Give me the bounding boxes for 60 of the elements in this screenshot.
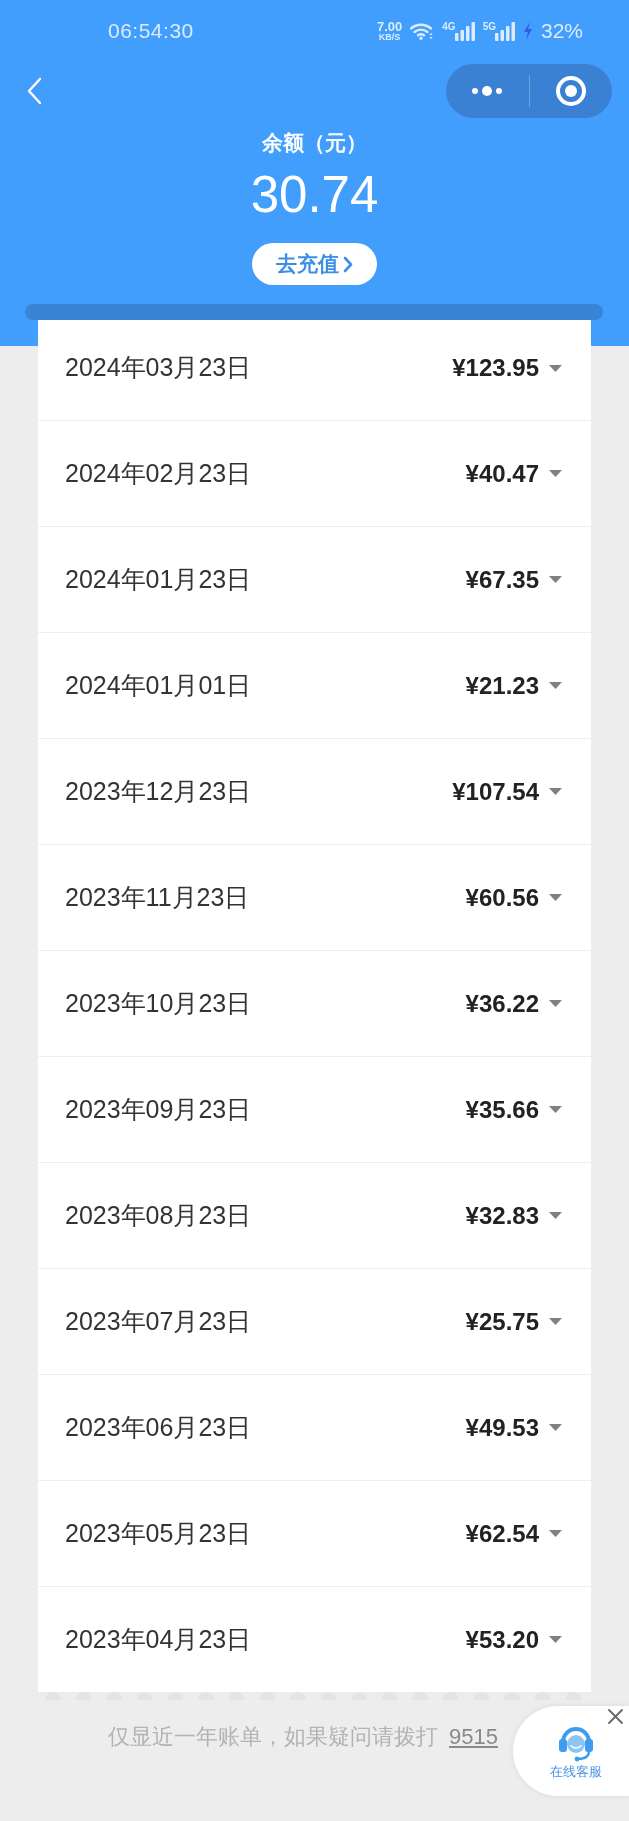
bill-date: 2024年03月23日 — [65, 352, 252, 384]
caret-down-icon[interactable] — [549, 1424, 562, 1431]
customer-service-bubble[interactable]: 在线客服 — [513, 1706, 629, 1796]
signal-type-label: 5G — [482, 21, 496, 32]
bill-date: 2023年10月23日 — [65, 987, 252, 1019]
caret-down-icon[interactable] — [549, 470, 562, 477]
bill-date: 2023年09月23日 — [65, 1093, 252, 1125]
bill-amount: ¥62.54 — [465, 1518, 539, 1549]
target-icon[interactable] — [554, 75, 587, 107]
bill-amount: ¥49.53 — [465, 1412, 539, 1443]
balance-amount: 30.74 — [250, 165, 379, 225]
caret-down-icon[interactable] — [549, 1212, 562, 1219]
recharge-button[interactable]: 去充值 — [252, 243, 377, 285]
battery-percentage: 32% — [540, 18, 583, 45]
bill-amount: ¥60.56 — [465, 882, 539, 913]
signal-bars-icon — [454, 21, 475, 41]
phone-link[interactable]: 9515 — [449, 1719, 498, 1753]
bill-date: 2023年04月23日 — [65, 1623, 252, 1655]
bill-date: 2024年01月23日 — [65, 563, 252, 595]
chevron-right-icon — [343, 255, 353, 273]
bill-amount: ¥40.47 — [465, 458, 539, 489]
caret-down-icon[interactable] — [549, 1000, 562, 1007]
caret-down-icon[interactable] — [549, 1530, 562, 1537]
signal-type-label: 4G — [442, 21, 456, 32]
balance-label: 余额（元） — [262, 130, 367, 156]
caret-down-icon[interactable] — [549, 1106, 562, 1113]
network-speed-unit: KB/S — [378, 33, 401, 42]
back-icon[interactable] — [26, 77, 42, 105]
bill-date: 2023年06月23日 — [65, 1411, 252, 1443]
caret-down-icon[interactable] — [549, 576, 562, 583]
caret-down-icon[interactable] — [549, 682, 562, 689]
bill-amount: ¥35.66 — [465, 1094, 539, 1125]
bill-date: 2023年12月23日 — [65, 775, 252, 807]
footer-note: 仅显近一年账单，如果疑问请拨打 — [108, 1722, 438, 1751]
bill-amount: ¥25.75 — [465, 1306, 539, 1337]
bill-date: 2024年02月23日 — [65, 457, 252, 489]
caret-down-icon[interactable] — [549, 364, 562, 372]
bill-date: 2023年11月23日 — [65, 881, 250, 913]
bill-amount: ¥32.83 — [465, 1200, 539, 1231]
wifi-icon — [410, 22, 435, 40]
caret-down-icon[interactable] — [549, 788, 562, 795]
caret-down-icon[interactable] — [549, 1318, 562, 1325]
close-icon[interactable] — [608, 1709, 623, 1724]
signal-bars-icon — [494, 21, 515, 41]
bill-amount: ¥21.23 — [465, 670, 539, 701]
bill-amount: ¥123.95 — [452, 353, 539, 383]
caret-down-icon[interactable] — [549, 1636, 562, 1643]
network-speed-value: 7.00 — [376, 20, 403, 33]
bill-amount: ¥107.54 — [452, 776, 539, 807]
more-icon[interactable] — [471, 86, 504, 96]
bill-date: 2023年08月23日 — [65, 1199, 252, 1231]
bill-date: 2023年05月23日 — [65, 1517, 252, 1549]
caret-down-icon[interactable] — [549, 894, 562, 901]
status-time: 06:54:30 — [108, 18, 194, 45]
bill-amount: ¥36.22 — [465, 988, 539, 1019]
bill-date: 2023年07月23日 — [65, 1305, 252, 1337]
bill-amount: ¥53.20 — [465, 1624, 539, 1655]
charging-bolt-icon — [522, 22, 533, 40]
bill-date: 2024年01月01日 — [65, 669, 252, 701]
bill-amount: ¥67.35 — [465, 564, 539, 595]
